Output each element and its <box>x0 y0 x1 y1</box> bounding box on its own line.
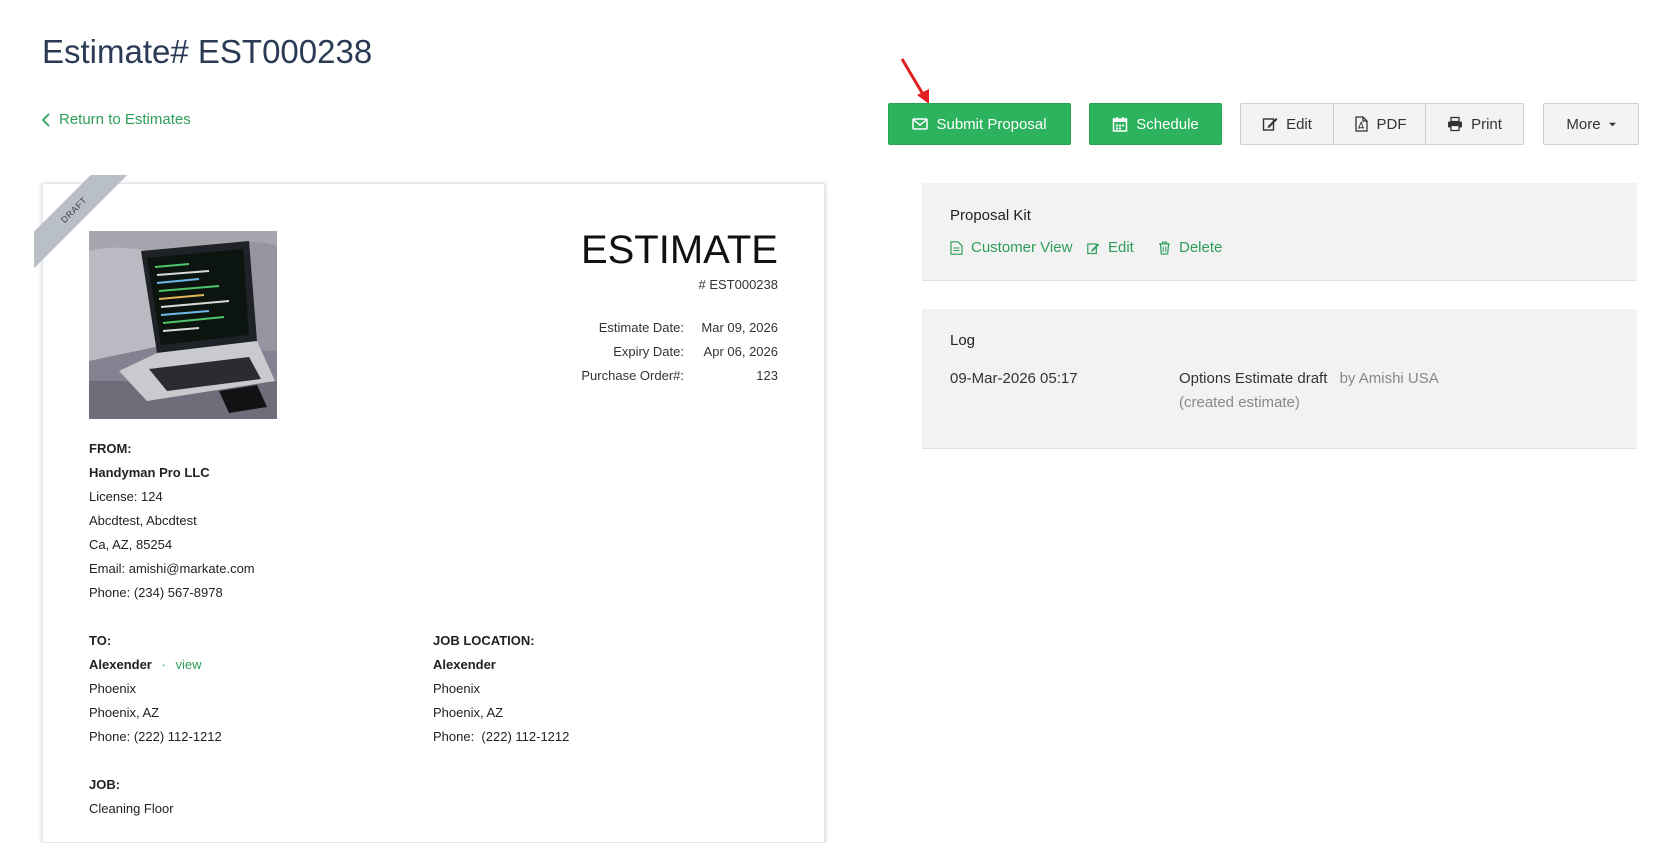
expiry-date-label: Expiry Date: <box>613 344 684 359</box>
proposal-delete-link[interactable]: Delete <box>1158 239 1222 256</box>
to-phone: Phone: (222) 112-1212 <box>89 729 222 744</box>
customer-view-link[interactable]: Customer View <box>950 239 1072 256</box>
log-entry-timestamp: 09-Mar-2026 05:17 <box>950 370 1078 387</box>
to-name-row: Alexender · view <box>89 657 201 672</box>
estimate-date-value: Mar 09, 2026 <box>701 320 778 335</box>
customer-view-label: Customer View <box>971 239 1073 256</box>
estimate-date-label: Estimate Date: <box>598 320 684 335</box>
job-heading: JOB: <box>89 777 121 792</box>
estimate-heading: ESTIMATE <box>580 228 778 272</box>
log-panel: Log 09-Mar-2026 05:17 Options Estimate d… <box>922 309 1637 449</box>
proposal-kit-panel: Proposal Kit Customer View Edit Delete <box>922 183 1637 281</box>
print-button[interactable]: Print <box>1425 103 1524 145</box>
from-heading: FROM: <box>89 441 132 456</box>
from-company: Handyman Pro LLC <box>89 465 210 480</box>
log-entry-message: Options Estimate draft <box>1179 370 1328 387</box>
edit-label: Edit <box>1286 115 1312 133</box>
job-location-state: Phoenix, AZ <box>433 705 504 720</box>
schedule-label: Schedule <box>1136 115 1199 133</box>
pdf-file-icon <box>1354 116 1368 132</box>
printer-icon <box>1448 116 1463 132</box>
edit-icon <box>1087 242 1100 254</box>
from-address1: Abcdtest, Abcdtest <box>89 513 197 528</box>
laptop-photo <box>89 231 277 419</box>
job-location-heading: JOB LOCATION: <box>433 633 535 648</box>
chevron-left-icon <box>42 112 50 127</box>
log-entry-message-row: Options Estimate draft by Amishi USA <box>1179 370 1439 387</box>
pdf-label: PDF <box>1376 115 1407 133</box>
print-label: Print <box>1471 115 1502 133</box>
proposal-edit-link[interactable]: Edit <box>1087 239 1134 256</box>
page-title: Estimate# EST000238 <box>42 33 373 70</box>
proposal-edit-label: Edit <box>1108 239 1134 256</box>
purchase-order-label: Purchase Order#: <box>581 368 684 383</box>
caret-down-icon <box>1608 122 1616 126</box>
to-name: Alexender <box>89 657 152 672</box>
return-to-estimates-link[interactable]: Return to Estimates <box>42 111 191 128</box>
log-title: Log <box>950 332 976 349</box>
proposal-kit-title: Proposal Kit <box>950 207 1031 224</box>
job-location-city: Phoenix <box>433 681 480 696</box>
envelope-icon <box>912 118 929 130</box>
purchase-order-value: 123 <box>756 368 778 383</box>
to-city: Phoenix <box>89 681 136 696</box>
job-location-phone: Phone: (222) 112-1212 <box>433 729 570 744</box>
return-link-label: Return to Estimates <box>59 111 191 128</box>
expiry-date-value: Apr 06, 2026 <box>703 344 778 359</box>
from-email: Email: amishi@markate.com <box>89 561 255 576</box>
schedule-button[interactable]: Schedule <box>1089 103 1222 145</box>
proposal-delete-label: Delete <box>1179 239 1223 256</box>
to-heading: TO: <box>89 633 112 648</box>
estimate-number: # EST000238 <box>698 277 778 292</box>
log-entry-author: by Amishi USA <box>1339 370 1439 387</box>
edit-icon <box>1262 118 1278 131</box>
trash-icon <box>1159 241 1170 255</box>
document-icon <box>950 240 963 255</box>
edit-button[interactable]: Edit <box>1240 103 1334 145</box>
more-dropdown-button[interactable]: More <box>1543 103 1639 145</box>
to-state: Phoenix, AZ <box>89 705 160 720</box>
pdf-button[interactable]: PDF <box>1333 103 1426 145</box>
from-phone: Phone: (234) 567-8978 <box>89 585 223 600</box>
job-name: Cleaning Floor <box>89 801 174 816</box>
company-logo-image <box>89 231 277 419</box>
calendar-icon <box>1112 117 1128 132</box>
to-separator: · <box>161 657 166 672</box>
red-arrow-annotation <box>900 58 929 104</box>
view-customer-link[interactable]: view <box>175 657 201 672</box>
more-label: More <box>1566 115 1601 133</box>
log-entry-detail: (created estimate) <box>1179 394 1300 411</box>
from-license: License: 124 <box>89 489 163 504</box>
job-location-name: Alexender <box>433 657 496 672</box>
submit-proposal-label: Submit Proposal <box>936 115 1047 133</box>
submit-proposal-button[interactable]: Submit Proposal <box>888 103 1071 145</box>
from-address2: Ca, AZ, 85254 <box>89 537 173 552</box>
